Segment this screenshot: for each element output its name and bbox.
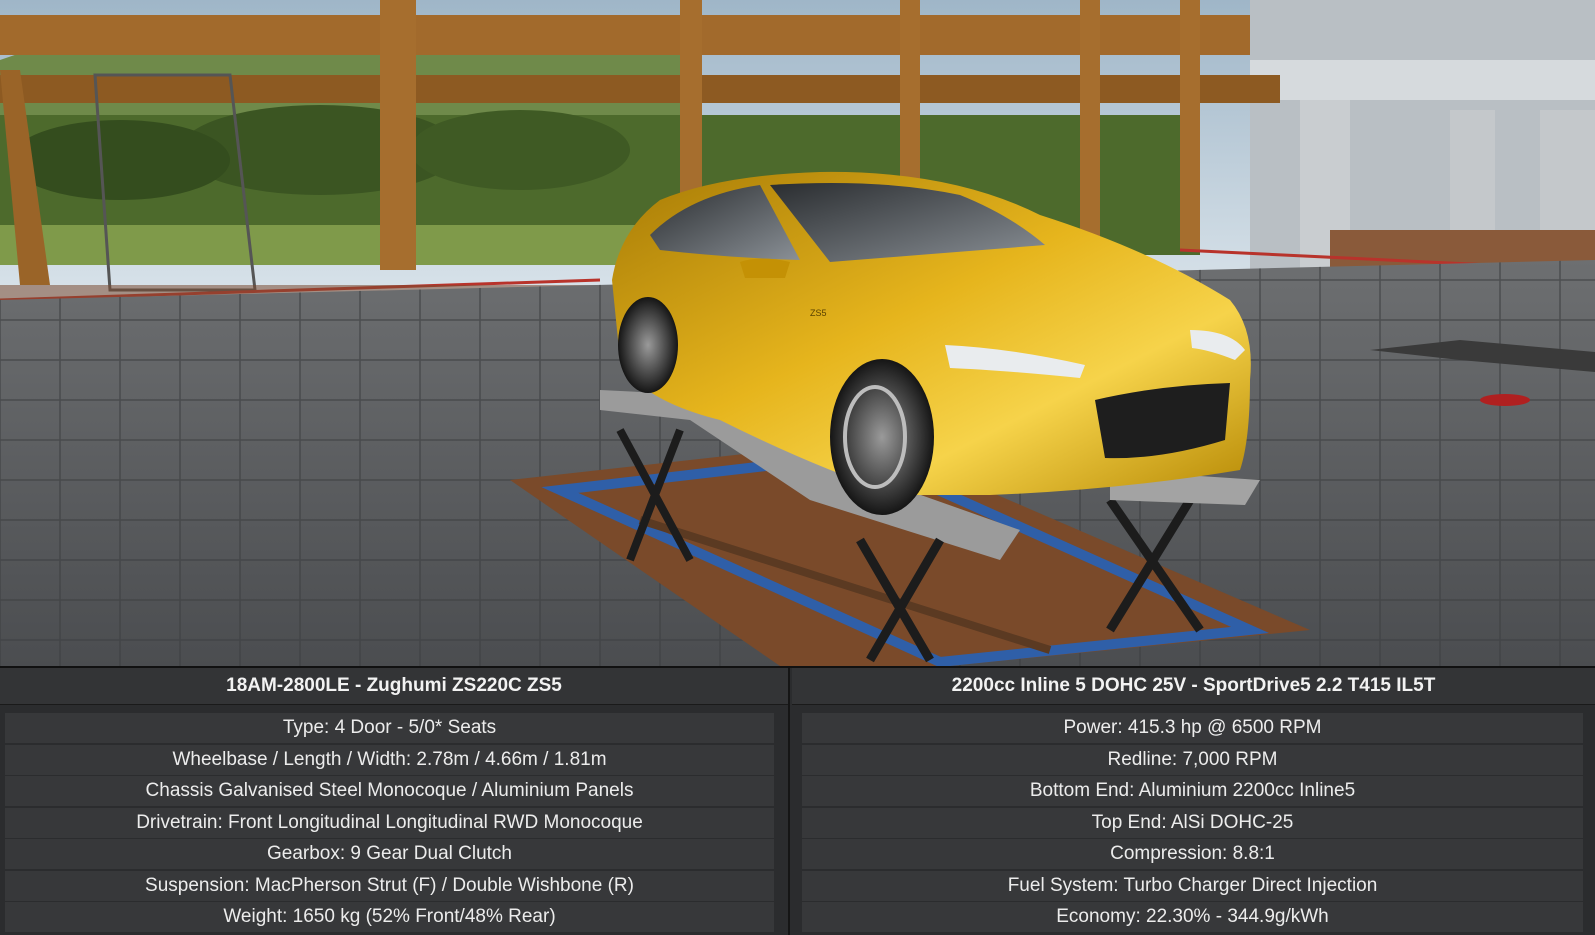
car-spec-row: Drivetrain: Front Longitudinal Longitudi… xyxy=(5,807,774,838)
car-spec-list: Type: 4 Door - 5/0* Seats Wheelbase / Len… xyxy=(5,713,774,934)
engine-spec-list: Power: 415.3 hp @ 6500 RPM Redline: 7,000… xyxy=(802,713,1583,934)
lawn xyxy=(0,225,640,265)
engine-title: 2200cc Inline 5 DOHC 25V - SportDrive5 2… xyxy=(792,668,1595,705)
engine-spec-row: Top End: AlSi DOHC-25 xyxy=(802,807,1583,838)
engine-spec-row: Compression: 8.8:1 xyxy=(802,839,1583,869)
car-spec-row: Wheelbase / Length / Width: 2.78m / 4.66… xyxy=(5,744,774,775)
car-badge: ZS5 xyxy=(810,308,827,318)
engine-spec-row: Economy: 22.30% - 344.9g/kWh xyxy=(802,902,1583,932)
roof-beam xyxy=(0,15,1250,55)
engine-info-panel: 2200cc Inline 5 DOHC 25V - SportDrive5 2… xyxy=(792,668,1595,935)
engine-spec-row: Bottom End: Aluminium 2200cc Inline5 xyxy=(802,776,1583,806)
rear-wheel xyxy=(618,297,678,393)
car-info-panel: 18AM-2800LE - Zughumi ZS220C ZS5 Type: 4… xyxy=(0,668,790,935)
engine-spec-row: Redline: 7,000 RPM xyxy=(802,744,1583,775)
showroom-scene: ZS5 xyxy=(0,0,1595,666)
wood-column xyxy=(380,0,416,270)
car-title: 18AM-2800LE - Zughumi ZS220C ZS5 xyxy=(0,668,788,705)
info-panels: 18AM-2800LE - Zughumi ZS220C ZS5 Type: 4… xyxy=(0,666,1595,935)
car-spec-row: Type: 4 Door - 5/0* Seats xyxy=(5,713,774,743)
car-spec-row: Gearbox: 9 Gear Dual Clutch xyxy=(5,839,774,869)
car-spec-row: Weight: 1650 kg (52% Front/48% Rear) xyxy=(5,902,774,932)
car-spec-row: Chassis Galvanised Steel Monocoque / Alu… xyxy=(5,776,774,806)
mirror xyxy=(740,258,790,278)
engine-spec-row: Power: 415.3 hp @ 6500 RPM xyxy=(802,713,1583,743)
showroom-3d-view[interactable]: ZS5 xyxy=(0,0,1595,666)
car-spec-row: Suspension: MacPherson Strut (F) / Doubl… xyxy=(5,870,774,901)
engine-spec-row: Fuel System: Turbo Charger Direct Inject… xyxy=(802,870,1583,901)
